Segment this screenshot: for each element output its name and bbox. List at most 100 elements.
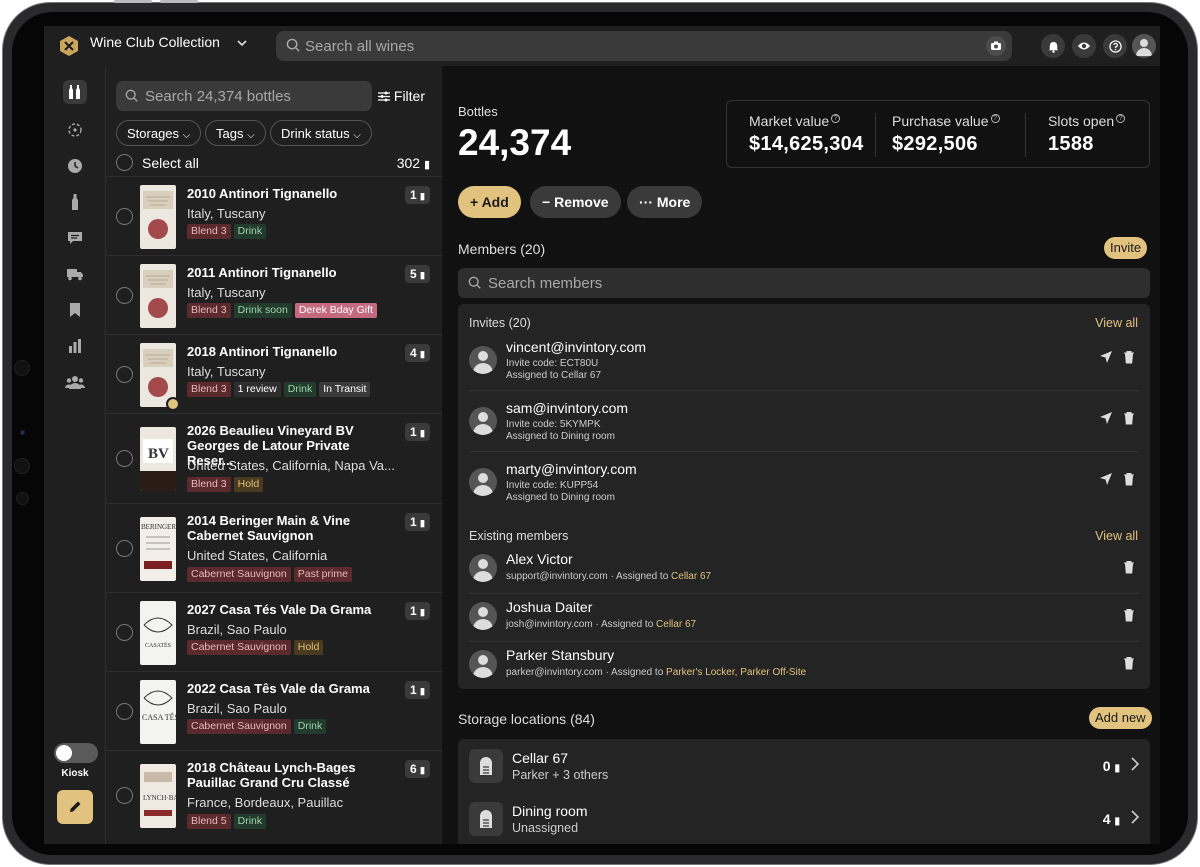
member-row[interactable]: Alex Victor support@invintory.com · Assig… <box>469 548 1139 592</box>
search-icon <box>125 89 138 102</box>
bottles-label: Bottles <box>458 104 498 119</box>
member-location-link[interactable]: Parker's Locker, Parker Off-Site <box>666 667 806 678</box>
drink-status-filter-label: Drink status <box>281 126 350 141</box>
bottles-nav-icon[interactable] <box>63 80 87 104</box>
send-icon[interactable] <box>1099 350 1113 364</box>
trash-icon[interactable] <box>1122 472 1136 486</box>
chevron-right-icon[interactable] <box>1130 810 1140 828</box>
tag-blend: Blend 3 <box>187 382 231 397</box>
trash-icon[interactable] <box>1122 350 1136 364</box>
bottle-select-checkbox[interactable] <box>116 450 133 467</box>
bottle-name: 2018 Antinori Tignanello <box>187 344 338 359</box>
trash-icon[interactable] <box>1122 656 1136 670</box>
add-storage-button[interactable]: Add new <box>1089 707 1152 729</box>
clock-icon[interactable] <box>63 154 87 178</box>
view-all-invites-link[interactable]: View all <box>1095 316 1138 330</box>
send-icon[interactable] <box>1099 472 1113 486</box>
invites-title: Invites (20) <box>469 316 531 330</box>
more-button[interactable]: ··· More <box>627 186 703 218</box>
bottle-region: United States, California, Napa Va... <box>187 458 395 473</box>
svg-text:CASATÉS: CASATÉS <box>145 641 171 649</box>
bottle-select-checkbox[interactable] <box>116 208 133 225</box>
storage-name: Dining room <box>512 803 588 819</box>
bottle-select-checkbox[interactable] <box>116 624 133 641</box>
select-all-row[interactable]: Select all 302 ▮ <box>116 154 430 172</box>
chevron-down-icon[interactable] <box>236 37 248 52</box>
member-search-input[interactable]: Search members <box>458 268 1150 298</box>
storages-filter-pill[interactable]: Storages ⌵ <box>116 120 202 146</box>
member-row[interactable]: Parker Stansbury parker@invintory.com · A… <box>469 644 1139 688</box>
bottle-row[interactable]: CASA TÊS 2022 Casa Tês Vale da Grama Brazi… <box>106 671 442 750</box>
info-icon[interactable]: ? <box>1116 114 1126 124</box>
bottle-select-checkbox[interactable] <box>116 287 133 304</box>
bottle-select-checkbox[interactable] <box>116 703 133 720</box>
member-details: parker@invintory.com · Assigned to Parke… <box>506 667 806 678</box>
drink-status-filter-pill[interactable]: Drink status ⌵ <box>270 120 372 146</box>
avatar <box>469 650 497 678</box>
remove-button[interactable]: − Remove <box>530 186 621 218</box>
profile-avatar-icon[interactable] <box>1132 34 1156 58</box>
chat-icon[interactable] <box>63 226 87 250</box>
bottle-row[interactable]: CASATÉS 2027 Casa Tés Vale Da Grama Brazil… <box>106 592 442 671</box>
bell-icon[interactable] <box>1041 34 1065 58</box>
bottle-row[interactable]: BERINGER 2014 Beringer Main & Vine Cabern… <box>106 503 442 592</box>
bottle-icon: ▮ <box>420 518 425 528</box>
bookmark-icon[interactable] <box>63 298 87 322</box>
bottle-row[interactable]: BV 2026 Beaulieu Vineyard BV Georges de L… <box>106 413 442 503</box>
help-icon[interactable] <box>1103 34 1127 58</box>
storage-location-row[interactable]: Dining room Unassigned 4 ▮ <box>458 792 1150 844</box>
add-button[interactable]: + Add <box>458 186 521 218</box>
wine-bottle-icon[interactable] <box>63 190 87 214</box>
invite-row[interactable]: vincent@invintory.com Invite code: ECT80U… <box>469 334 1139 386</box>
invite-row[interactable]: sam@invintory.com Invite code: 5KYMPK Assi… <box>469 395 1139 447</box>
collection-detail-panel: Bottles 24,374 Market value? $14,625,304… <box>442 66 1160 844</box>
bottle-row[interactable]: 2011 Antinori Tignanello Italy, Tuscany Bl… <box>106 255 442 334</box>
chevron-right-icon[interactable] <box>1130 757 1140 775</box>
bottle-tags: Blend 3 Drink <box>187 224 267 239</box>
view-all-members-link[interactable]: View all <box>1095 529 1138 543</box>
kiosk-toggle[interactable] <box>54 743 98 763</box>
invite-row[interactable]: marty@invintory.com Invite code: KUPP54 As… <box>469 456 1139 508</box>
tag-rev: 1 review <box>233 382 281 397</box>
bottle-row[interactable]: LYNCH·BA 2018 Château Lynch-Bages Pauilla… <box>106 750 442 840</box>
bottle-select-checkbox[interactable] <box>116 787 133 804</box>
bottle-label-image: BV <box>140 427 176 491</box>
trash-icon[interactable] <box>1122 608 1136 622</box>
edit-pencil-button[interactable] <box>57 790 93 824</box>
storage-location-row[interactable]: Cellar 67 Parker + 3 others 0 ▮ <box>458 739 1150 793</box>
tag-soon: Drink soon <box>233 303 292 318</box>
invite-button[interactable]: Invite <box>1104 237 1148 259</box>
row-divider <box>469 390 1139 391</box>
member-row[interactable]: Joshua Daiter josh@invintory.com · Assign… <box>469 596 1139 640</box>
filter-button[interactable]: Filter <box>378 88 425 104</box>
scan-icon[interactable] <box>63 118 87 142</box>
bottle-quantity: 1 <box>410 425 417 439</box>
select-all-checkbox[interactable] <box>116 154 133 171</box>
bottle-row[interactable]: 2018 Antinori Tignanello Italy, Tuscany Bl… <box>106 334 442 413</box>
app-logo-icon[interactable] <box>58 35 80 57</box>
users-icon[interactable] <box>63 370 87 394</box>
bottle-name: 2018 Château Lynch-Bages Pauillac Grand … <box>187 760 356 790</box>
trash-icon[interactable] <box>1122 560 1136 574</box>
info-icon[interactable]: ? <box>831 114 841 124</box>
send-icon[interactable] <box>1099 411 1113 425</box>
bottle-tags: Cabernet Sauvignon Hold <box>187 640 324 655</box>
tags-filter-pill[interactable]: Tags ⌵ <box>205 120 266 146</box>
member-location-link[interactable]: Cellar 67 <box>656 619 696 630</box>
eye-icon[interactable] <box>1072 34 1096 58</box>
camera-icon[interactable] <box>986 36 1006 56</box>
global-search-input[interactable]: Search all wines <box>276 31 1012 61</box>
bottle-row[interactable]: 2010 Antinori Tignanello Italy, Tuscany Bl… <box>106 176 442 255</box>
bottle-select-checkbox[interactable] <box>116 366 133 383</box>
bottle-select-checkbox[interactable] <box>116 540 133 557</box>
info-icon[interactable]: ? <box>990 114 1000 124</box>
sensor-dot <box>20 430 25 435</box>
member-location-link[interactable]: Cellar 67 <box>671 571 711 582</box>
truck-icon[interactable] <box>63 262 87 286</box>
bar-chart-icon[interactable] <box>63 334 87 358</box>
collection-title[interactable]: Wine Club Collection <box>90 34 220 50</box>
trash-icon[interactable] <box>1122 411 1136 425</box>
purchase-value-label-text: Purchase value <box>892 113 989 129</box>
bottle-search-input[interactable]: Search 24,374 bottles <box>116 81 372 111</box>
search-icon <box>286 38 300 52</box>
